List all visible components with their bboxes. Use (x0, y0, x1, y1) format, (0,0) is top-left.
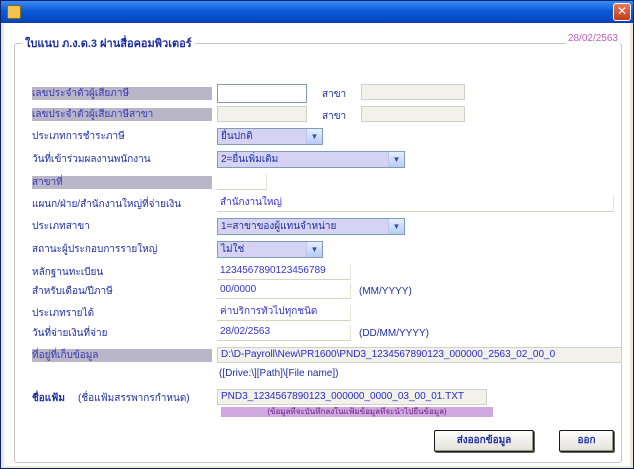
office-input[interactable]: สำนักงานใหญ่ (217, 196, 614, 212)
reg-no-input[interactable]: 1234567890123456789 (217, 264, 351, 280)
chevron-down-icon[interactable]: ▼ (388, 219, 404, 234)
pay-date-hint: (DD/MM/YYYY) (359, 328, 429, 339)
branch-no-input-2[interactable] (361, 106, 465, 122)
path-hint: ([Drive:\][Path]\[File name]) (219, 368, 339, 379)
branch-section-label: สาขาที่ (32, 176, 212, 189)
hq-status-label: สถานะผู้ประกอบการรายใหญ่ (32, 244, 158, 255)
chevron-down-icon[interactable]: ▼ (388, 152, 404, 167)
pay-date-label: วันที่จ่ายเงินที่จ่าย (32, 328, 108, 339)
tax-id-input[interactable] (217, 84, 307, 103)
close-icon[interactable]: ✕ (613, 3, 631, 21)
export-button[interactable]: ส่งออกข้อมูล (434, 430, 534, 452)
income-type-input[interactable]: ค่าบริการทั่วไปทุกชนิด (217, 305, 351, 321)
filing-type-value: 2=ยื่นเพิ่มเติม (218, 152, 388, 167)
branch-label-2: สาขา (322, 111, 347, 122)
tax-id-label: เลขประจำตัวผู้เสียภาษี (32, 87, 212, 100)
exit-button[interactable]: ออก (559, 430, 614, 452)
form-client-area: ใบแนบ ภ.ง.ด.3 ผ่านสื่อคอมพิวเตอร์ 28/02/… (4, 23, 630, 466)
payment-type-label: ประเภทการชำระภาษี (32, 131, 125, 142)
app-icon (7, 5, 21, 19)
reg-no-label: หลักฐานทะเบียน (32, 267, 104, 278)
filename-sub-label: (ชื่อแฟ้มสรรพากรกำหนด) (78, 393, 190, 404)
branch-type-select[interactable]: 1=สาขาของผู้แทนจำหน่าย ▼ (217, 218, 405, 235)
office-label: แผนก/ฝ่าย/สำนักงานใหญ่ที่จ่ายเงิน (32, 199, 182, 210)
hq-status-select[interactable]: ไม่ใช่ ▼ (217, 241, 323, 258)
pay-date-input[interactable]: 28/02/2563 (217, 325, 351, 341)
dialog-window: ✕ ใบแนบ ภ.ง.ด.3 ผ่านสื่อคอมพิวเตอร์ 28/0… (0, 0, 634, 469)
payment-type-select[interactable]: ยื่นปกติ ▼ (217, 128, 323, 145)
month-year-input[interactable]: 00/0000 (217, 283, 351, 299)
branch-tax-id-label: เลขประจำตัวผู้เสียภาษีสาขา (32, 108, 212, 121)
hq-status-value: ไม่ใช่ (218, 242, 306, 257)
header-date: 28/02/2563 (565, 33, 620, 44)
filing-type-select[interactable]: 2=ยื่นเพิ่มเติม ▼ (217, 151, 405, 168)
branch-label-1: สาขา (322, 89, 347, 100)
filename-label: ชื่อแฟ้ม (32, 393, 65, 404)
branch-no-input-1[interactable] (361, 84, 465, 100)
group-title: ใบแนบ ภ.ง.ด.3 ผ่านสื่อคอมพิวเตอร์ (22, 34, 195, 52)
title-bar[interactable]: ✕ (1, 1, 633, 23)
branch-tax-id-input[interactable] (217, 106, 307, 122)
chevron-down-icon[interactable]: ▼ (306, 242, 322, 257)
filename-note: (ข้อมูลที่จะบันทึกลงในแฟ้มข้อมูลที่จะนำไ… (221, 407, 493, 417)
branch-section-input[interactable] (217, 174, 267, 190)
filename-input[interactable]: PND3_1234567890123_000000_0000_03_00_01.… (217, 389, 487, 405)
chevron-down-icon[interactable]: ▼ (306, 129, 322, 144)
path-label: ที่อยู่ที่เก็บข้อมูล (32, 349, 212, 362)
month-year-label: สำหรับเดือน/ปีภาษี (32, 286, 113, 297)
month-year-hint: (MM/YYYY) (359, 286, 412, 297)
branch-type-value: 1=สาขาของผู้แทนจำหน่าย (218, 219, 388, 234)
income-type-label: ประเภทรายได้ (32, 308, 95, 319)
filing-type-label: วันที่เข้าร่วมผลงานพนักงาน (32, 154, 151, 165)
path-input[interactable]: D:\D-Payroll\New\PR1600\PND3_12345678901… (217, 347, 622, 363)
payment-type-value: ยื่นปกติ (218, 129, 306, 144)
branch-type-label: ประเภทสาขา (32, 221, 90, 232)
